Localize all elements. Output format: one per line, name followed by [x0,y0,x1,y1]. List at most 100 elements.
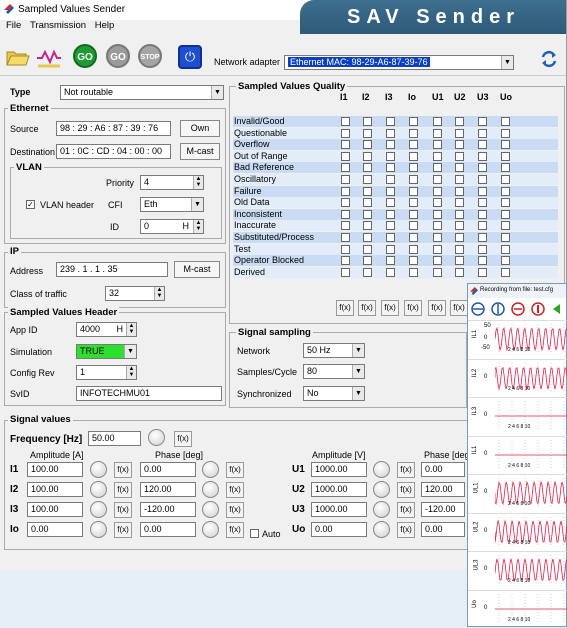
quality-checkbox[interactable] [433,198,442,208]
network-select[interactable]: 50 Hz ▼ [303,343,365,358]
quality-checkbox[interactable] [478,267,487,277]
zoom-horizontal-icon[interactable] [470,302,486,316]
quality-checkbox[interactable] [433,140,442,150]
waveform-file-icon[interactable] [36,46,62,68]
quality-fx-button[interactable]: f(x) [428,300,446,316]
quality-checkbox[interactable] [409,163,418,173]
quality-checkbox[interactable] [363,186,372,196]
quality-checkbox[interactable] [341,186,350,196]
quality-checkbox[interactable] [341,267,350,277]
app-id-spinner[interactable]: 4000 H ▲ ▼ [76,322,137,337]
quality-checkbox[interactable] [478,186,487,196]
quality-checkbox[interactable] [501,151,510,161]
quality-checkbox[interactable] [433,128,442,138]
current-phase-fx-button[interactable]: f(x) [226,522,244,538]
voltage-amplitude-fx-button[interactable]: f(x) [397,502,415,518]
quality-checkbox[interactable] [478,221,487,231]
quality-checkbox[interactable] [455,163,464,173]
quality-checkbox[interactable] [501,163,510,173]
open-folder-icon[interactable] [6,48,30,66]
current-phase-knob[interactable] [202,521,219,538]
quality-checkbox[interactable] [341,233,350,242]
quality-checkbox[interactable] [386,244,395,254]
quality-checkbox[interactable] [478,151,487,161]
quality-checkbox[interactable] [363,163,372,173]
voltage-amplitude-fx-button[interactable]: f(x) [397,462,415,478]
quality-checkbox[interactable] [501,117,510,126]
quality-checkbox[interactable] [363,233,372,242]
current-amplitude-knob[interactable] [90,521,107,538]
current-phase-fx-button[interactable]: f(x) [226,502,244,518]
quality-checkbox[interactable] [386,151,395,161]
vlan-id-spinner[interactable]: 0 H ▲ ▼ [140,219,204,234]
current-amplitude-fx-button[interactable]: f(x) [114,462,132,478]
quality-fx-button[interactable]: f(x) [404,300,422,316]
network-adapter-select[interactable]: Ethernet MAC: 98-29-A6-87-39-76 ▼ [284,55,514,70]
quality-checkbox[interactable] [433,186,442,196]
quality-checkbox[interactable] [478,244,487,254]
current-phase-fx-button[interactable]: f(x) [226,462,244,478]
quality-checkbox[interactable] [433,209,442,219]
quality-checkbox[interactable] [386,267,395,277]
quality-checkbox[interactable] [501,128,510,138]
voltage-amplitude-field[interactable]: 1000.00 [311,462,367,477]
quality-checkbox[interactable] [409,256,418,266]
voltage-phase-field[interactable]: 0.00 [421,522,465,537]
current-phase-field[interactable]: -120.00 [140,502,196,517]
quality-checkbox[interactable] [455,186,464,196]
current-amplitude-field[interactable]: 100.00 [27,502,83,517]
quality-checkbox[interactable] [363,175,372,184]
zoom-reset-icon[interactable] [530,302,546,316]
mcast-button[interactable]: M-cast [180,143,220,160]
go-button[interactable]: GO [73,44,97,68]
voltage-amplitude-knob[interactable] [373,481,390,498]
quality-checkbox[interactable] [478,163,487,173]
voltage-amplitude-field[interactable]: 0.00 [311,522,367,537]
spinner-arrows-icon[interactable]: ▲ ▼ [126,366,136,379]
synchronized-select[interactable]: No ▼ [303,386,365,401]
spinner-arrows-icon[interactable]: ▲ ▼ [154,287,164,300]
quality-checkbox[interactable] [501,221,510,231]
quality-checkbox[interactable] [433,233,442,242]
quality-checkbox[interactable] [409,221,418,231]
current-amplitude-field[interactable]: 100.00 [27,462,83,477]
menu-transmission[interactable]: Transmission [30,20,86,31]
quality-checkbox[interactable] [455,175,464,184]
quality-checkbox[interactable] [409,175,418,184]
voltage-phase-field[interactable]: -120.00 [421,502,465,517]
cfi-select[interactable]: Eth ▼ [140,197,204,212]
quality-checkbox[interactable] [363,244,372,254]
quality-checkbox[interactable] [455,233,464,242]
quality-checkbox[interactable] [501,140,510,150]
quality-checkbox[interactable] [455,128,464,138]
spinner-arrows-icon[interactable]: ▲ ▼ [126,323,136,336]
voltage-amplitude-knob[interactable] [373,461,390,478]
quality-checkbox[interactable] [363,221,372,231]
simulation-select[interactable]: TRUE ▼ [76,344,137,359]
quality-checkbox[interactable] [341,209,350,219]
quality-checkbox[interactable] [409,186,418,196]
quality-checkbox[interactable] [501,244,510,254]
quality-checkbox[interactable] [433,163,442,173]
quality-checkbox[interactable] [341,128,350,138]
current-amplitude-field[interactable]: 100.00 [27,482,83,497]
menu-file[interactable]: File [6,20,21,31]
quality-fx-button[interactable]: f(x) [381,300,399,316]
voltage-phase-field[interactable]: 120.00 [421,482,465,497]
samples-cycle-select[interactable]: 80 ▼ [303,364,365,379]
go-step-button[interactable]: GO [106,44,130,68]
ip-mcast-button[interactable]: M-cast [174,261,220,278]
quality-checkbox[interactable] [341,151,350,161]
voltage-amplitude-fx-button[interactable]: f(x) [397,522,415,538]
quality-checkbox[interactable] [433,256,442,266]
quality-checkbox[interactable] [455,140,464,150]
current-amplitude-fx-button[interactable]: f(x) [114,502,132,518]
quality-checkbox[interactable] [478,175,487,184]
quality-checkbox[interactable] [501,209,510,219]
quality-checkbox[interactable] [363,128,372,138]
quality-checkbox[interactable] [341,140,350,150]
quality-checkbox[interactable] [501,175,510,184]
frequency-fx-button[interactable]: f(x) [174,431,192,447]
quality-checkbox[interactable] [386,128,395,138]
quality-checkbox[interactable] [341,117,350,126]
